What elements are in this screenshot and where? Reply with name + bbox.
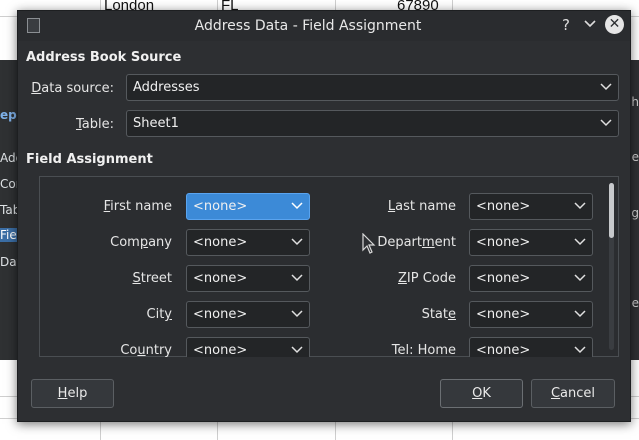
data-source-label-text: ata source: <box>41 81 114 96</box>
company-dropdown[interactable]: <none> <box>186 229 310 256</box>
vertical-scrollbar[interactable] <box>609 183 614 350</box>
chevron-down-icon <box>291 202 303 210</box>
street-value: <none> <box>193 271 248 286</box>
data-source-value: Addresses <box>133 80 200 95</box>
country-value: <none> <box>193 343 248 358</box>
company-label: Company <box>110 235 172 250</box>
state-dropdown[interactable]: <none> <box>469 301 593 328</box>
field-assignment-heading: Field Assignment <box>26 152 153 167</box>
company-value: <none> <box>193 235 248 250</box>
title-bar[interactable]: Address Data - Field Assignment ? ✕ <box>18 11 630 41</box>
table-value: Sheet1 <box>133 116 179 131</box>
background-right-item: e <box>631 296 639 310</box>
mouse-pointer-icon <box>362 233 376 254</box>
chevron-down-icon <box>574 346 586 354</box>
first-name-label: First name <box>103 199 172 214</box>
chevron-down-icon <box>574 202 586 210</box>
tel-home-label: Tel: Home <box>391 343 456 358</box>
chevron-down-icon <box>291 238 303 246</box>
street-label: Street <box>132 271 172 286</box>
dialog-title: Address Data - Field Assignment <box>194 18 422 34</box>
cancel-button[interactable]: Cancel <box>531 379 615 408</box>
address-book-source-heading: Address Book Source <box>26 50 182 65</box>
city-value: <none> <box>193 307 248 322</box>
state-value: <none> <box>476 307 531 322</box>
field-assignment-dialog: Address Data - Field Assignment ? ✕ Addr… <box>17 10 631 422</box>
data-source-label: Data source: <box>31 81 114 96</box>
chevron-down-icon <box>574 310 586 318</box>
background-sidebar-item-selected: Fiel <box>0 228 21 242</box>
country-label: Country <box>120 343 172 358</box>
first-name-dropdown[interactable]: <none> <box>186 193 310 220</box>
scrollbar-thumb[interactable] <box>609 183 614 238</box>
field-assignment-panel: First name <none> Company <none> Street … <box>39 176 619 358</box>
tel-home-dropdown[interactable]: <none> <box>469 337 593 358</box>
last-name-value: <none> <box>476 199 531 214</box>
table-dropdown[interactable]: Sheet1 <box>126 110 619 137</box>
country-dropdown[interactable]: <none> <box>186 337 310 358</box>
first-name-value: <none> <box>193 199 248 214</box>
chevron-down-icon <box>574 274 586 282</box>
help-icon[interactable]: ? <box>562 16 570 34</box>
zip-code-value: <none> <box>476 271 531 286</box>
chevron-down-icon <box>600 83 612 91</box>
city-dropdown[interactable]: <none> <box>186 301 310 328</box>
last-name-label: Last name <box>387 199 456 214</box>
chevron-down-icon <box>574 238 586 246</box>
last-name-dropdown[interactable]: <none> <box>469 193 593 220</box>
table-label: Table: <box>75 117 114 132</box>
help-button[interactable]: Help <box>31 379 114 408</box>
data-source-dropdown[interactable]: Addresses <box>126 74 619 101</box>
zip-code-dropdown[interactable]: <none> <box>469 265 593 292</box>
ok-button[interactable]: OK <box>440 379 523 408</box>
state-label: State <box>421 307 456 322</box>
minimize-chevron-icon[interactable] <box>584 15 596 33</box>
zip-code-label: ZIP Code <box>398 271 456 286</box>
department-value: <none> <box>476 235 531 250</box>
chevron-down-icon <box>600 119 612 127</box>
street-dropdown[interactable]: <none> <box>186 265 310 292</box>
close-icon[interactable]: ✕ <box>605 15 624 34</box>
tel-home-value: <none> <box>476 343 531 358</box>
chevron-down-icon <box>291 310 303 318</box>
department-label: Department <box>377 235 456 250</box>
chevron-down-icon <box>291 346 303 354</box>
chevron-down-icon <box>291 274 303 282</box>
department-dropdown[interactable]: <none> <box>469 229 593 256</box>
city-label: City <box>146 307 173 322</box>
